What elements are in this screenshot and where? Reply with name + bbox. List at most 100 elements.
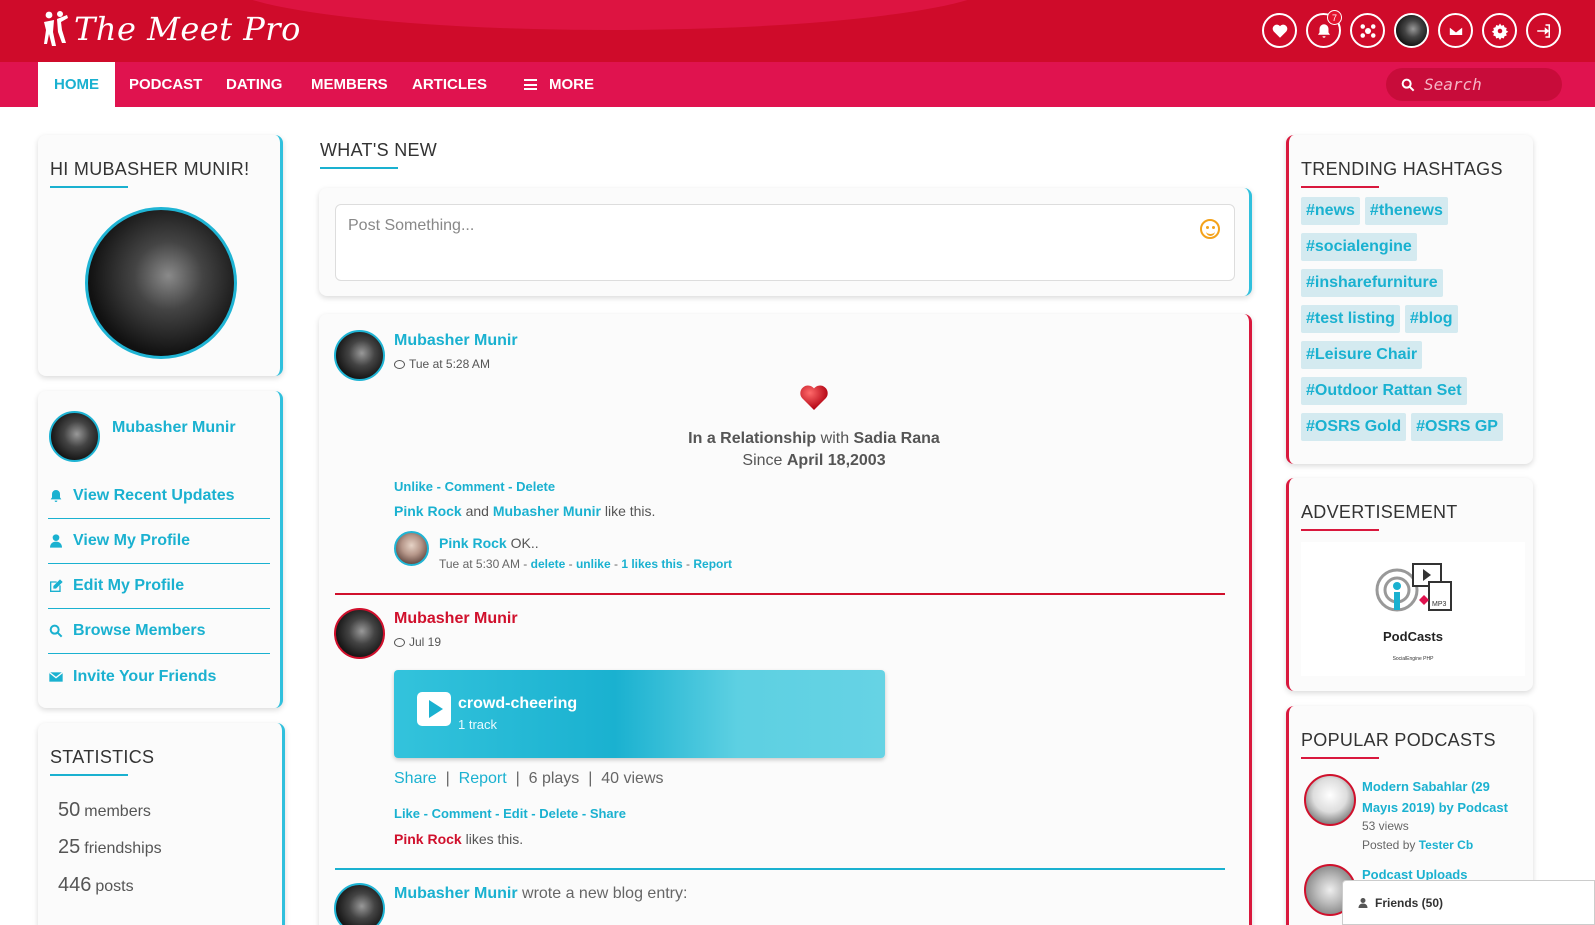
user-avatar-small[interactable] xyxy=(49,411,100,462)
friend-requests-button[interactable] xyxy=(1350,13,1385,48)
relationship-type: In a Relationship xyxy=(688,430,817,447)
post-author-avatar[interactable] xyxy=(334,330,385,381)
podcast-title-link[interactable]: Modern Sabahlar (29 Mayıs 2019) by Podca… xyxy=(1362,776,1522,818)
view-count: 40 views xyxy=(601,770,664,787)
hashtag-news[interactable]: #news xyxy=(1301,197,1360,225)
like-link[interactable]: Like xyxy=(394,806,420,821)
likes-summary: Pink Rock and Mubasher Munir like this. xyxy=(394,503,655,519)
link-label: Browse Members xyxy=(73,622,206,639)
comment-body: Pink Rock OK.. xyxy=(439,535,539,551)
friends-chat-bar[interactable]: Friends (50) xyxy=(1342,880,1595,925)
liker-link[interactable]: Pink Rock xyxy=(394,831,462,847)
post-composer-input[interactable] xyxy=(336,205,1234,280)
comment-report-link[interactable]: Report xyxy=(693,557,732,571)
track-count: 1 track xyxy=(458,717,498,732)
post-author-avatar[interactable] xyxy=(334,608,385,659)
liker-link[interactable]: Pink Rock xyxy=(394,503,462,519)
main-navigation: HOME PODCAST DATING MEMBERS ARTICLES MOR… xyxy=(0,62,1595,107)
comment-likes-link[interactable]: 1 likes this xyxy=(621,557,682,571)
messages-button[interactable] xyxy=(1438,13,1473,48)
report-link[interactable]: Report xyxy=(459,770,507,787)
poster-link[interactable]: Tester Cb xyxy=(1419,838,1473,852)
hashtag-leisure-chair[interactable]: #Leisure Chair xyxy=(1301,341,1423,369)
users-cog-icon xyxy=(1360,23,1375,38)
link-label: View My Profile xyxy=(73,532,191,549)
hashtag-blog[interactable]: #blog xyxy=(1404,305,1458,333)
profile-photo[interactable] xyxy=(85,207,237,359)
sign-out-button[interactable] xyxy=(1526,13,1561,48)
link-label: Invite Your Friends xyxy=(73,667,217,685)
advertisement-card: ADVERTISEMENT MP3 PodCasts SocialEngine … xyxy=(1286,478,1533,691)
notifications-button[interactable]: 7 xyxy=(1306,10,1342,48)
favorites-button[interactable] xyxy=(1262,13,1297,48)
header-actions: 7 xyxy=(1262,10,1561,48)
podcast-poster: Posted by Tester Cb xyxy=(1362,838,1473,852)
delete-link[interactable]: Delete xyxy=(516,479,555,494)
stat-label: posts xyxy=(95,878,134,895)
user-icon xyxy=(1358,897,1368,908)
post-author-link[interactable]: Mubasher Munir xyxy=(394,885,518,902)
hashtag-socialengine[interactable]: #socialengine xyxy=(1301,233,1417,261)
podcast-thumbnail[interactable] xyxy=(1304,774,1356,826)
post-timestamp: Tue at 5:28 AM xyxy=(394,357,490,371)
track-title[interactable]: crowd-cheering xyxy=(458,695,577,713)
stat-label: members xyxy=(84,803,151,820)
nav-dating[interactable]: DATING xyxy=(210,62,298,107)
comment-author-link[interactable]: Pink Rock xyxy=(439,535,507,551)
link-edit-my-profile[interactable]: Edit My Profile xyxy=(48,564,270,609)
hashtag-osrs-gp[interactable]: #OSRS GP xyxy=(1411,413,1503,441)
comment-link[interactable]: Comment xyxy=(445,479,505,494)
hashtag-osrs-gold[interactable]: #OSRS Gold xyxy=(1301,413,1407,441)
hashtag-insharefurniture[interactable]: #insharefurniture xyxy=(1301,269,1443,297)
user-avatar-button[interactable] xyxy=(1394,13,1429,48)
quick-links-card: Mubasher Munir View Recent Updates View … xyxy=(38,391,283,708)
hashtag-outdoor-rattan-set[interactable]: #Outdoor Rattan Set xyxy=(1301,377,1467,405)
unlike-link[interactable]: Unlike xyxy=(394,479,433,494)
feed-title: WHAT'S NEW xyxy=(320,140,438,160)
user-avatar-image xyxy=(1396,15,1427,46)
sign-out-icon xyxy=(1536,23,1550,38)
emoji-smiley-icon[interactable] xyxy=(1200,219,1220,239)
post-author-avatar[interactable] xyxy=(334,883,385,925)
hashtag-thenews[interactable]: #thenews xyxy=(1364,197,1448,225)
link-label: View Recent Updates xyxy=(73,487,235,504)
link-view-my-profile[interactable]: View My Profile xyxy=(48,519,270,564)
svg-text:MP3: MP3 xyxy=(1432,601,1447,608)
comment-author-avatar[interactable] xyxy=(394,531,429,566)
link-invite-your-friends[interactable]: Invite Your Friends xyxy=(48,654,270,699)
music-player[interactable]: crowd-cheering 1 track xyxy=(394,670,885,758)
post-actions: Unlike - Comment - Delete xyxy=(394,479,556,494)
post-author-link[interactable]: Mubasher Munir xyxy=(394,332,518,350)
nav-more[interactable]: MORE xyxy=(508,62,610,107)
site-logo[interactable]: The Meet Pro xyxy=(40,10,301,48)
settings-button[interactable] xyxy=(1482,13,1517,48)
delete-link[interactable]: Delete xyxy=(539,806,578,821)
relationship-partner[interactable]: Sadia Rana xyxy=(854,430,940,447)
advertisement-banner[interactable]: MP3 PodCasts SocialEngine PHP xyxy=(1301,542,1525,676)
link-view-recent-updates[interactable]: View Recent Updates xyxy=(48,474,270,519)
comment-link[interactable]: Comment xyxy=(432,806,492,821)
comment-time: Tue at 5:30 AM xyxy=(439,557,520,571)
play-icon[interactable] xyxy=(417,692,451,726)
nav-articles[interactable]: ARTICLES xyxy=(396,62,503,107)
link-browse-members[interactable]: Browse Members xyxy=(48,609,270,654)
share-action-link[interactable]: Share xyxy=(590,806,626,821)
edit-link[interactable]: Edit xyxy=(503,806,528,821)
post-author-link[interactable]: Mubasher Munir xyxy=(394,610,518,628)
search-input[interactable] xyxy=(1424,75,1544,94)
comment-unlike-link[interactable]: unlike xyxy=(576,557,611,571)
share-link[interactable]: Share xyxy=(394,770,437,787)
nav-podcast[interactable]: PODCAST xyxy=(113,62,218,107)
dancer-logo-icon xyxy=(44,11,68,46)
nav-home[interactable]: HOME xyxy=(38,62,115,107)
comment-bubble-icon xyxy=(394,638,405,647)
liker-link[interactable]: Mubasher Munir xyxy=(493,503,601,519)
comment-delete-link[interactable]: delete xyxy=(531,557,566,571)
statistics-card: STATISTICS 50 members 25 friendships 446 po… xyxy=(38,723,285,925)
hashtag-list: #news #thenews #socialengine #insharefur… xyxy=(1301,197,1519,441)
nav-members[interactable]: MEMBERS xyxy=(295,62,404,107)
user-name-link[interactable]: Mubasher Munir xyxy=(112,419,236,437)
stat-value: 50 xyxy=(58,799,81,821)
podcasts-title: POPULAR PODCASTS xyxy=(1301,730,1496,750)
hashtag-test-listing[interactable]: #test listing xyxy=(1301,305,1400,333)
